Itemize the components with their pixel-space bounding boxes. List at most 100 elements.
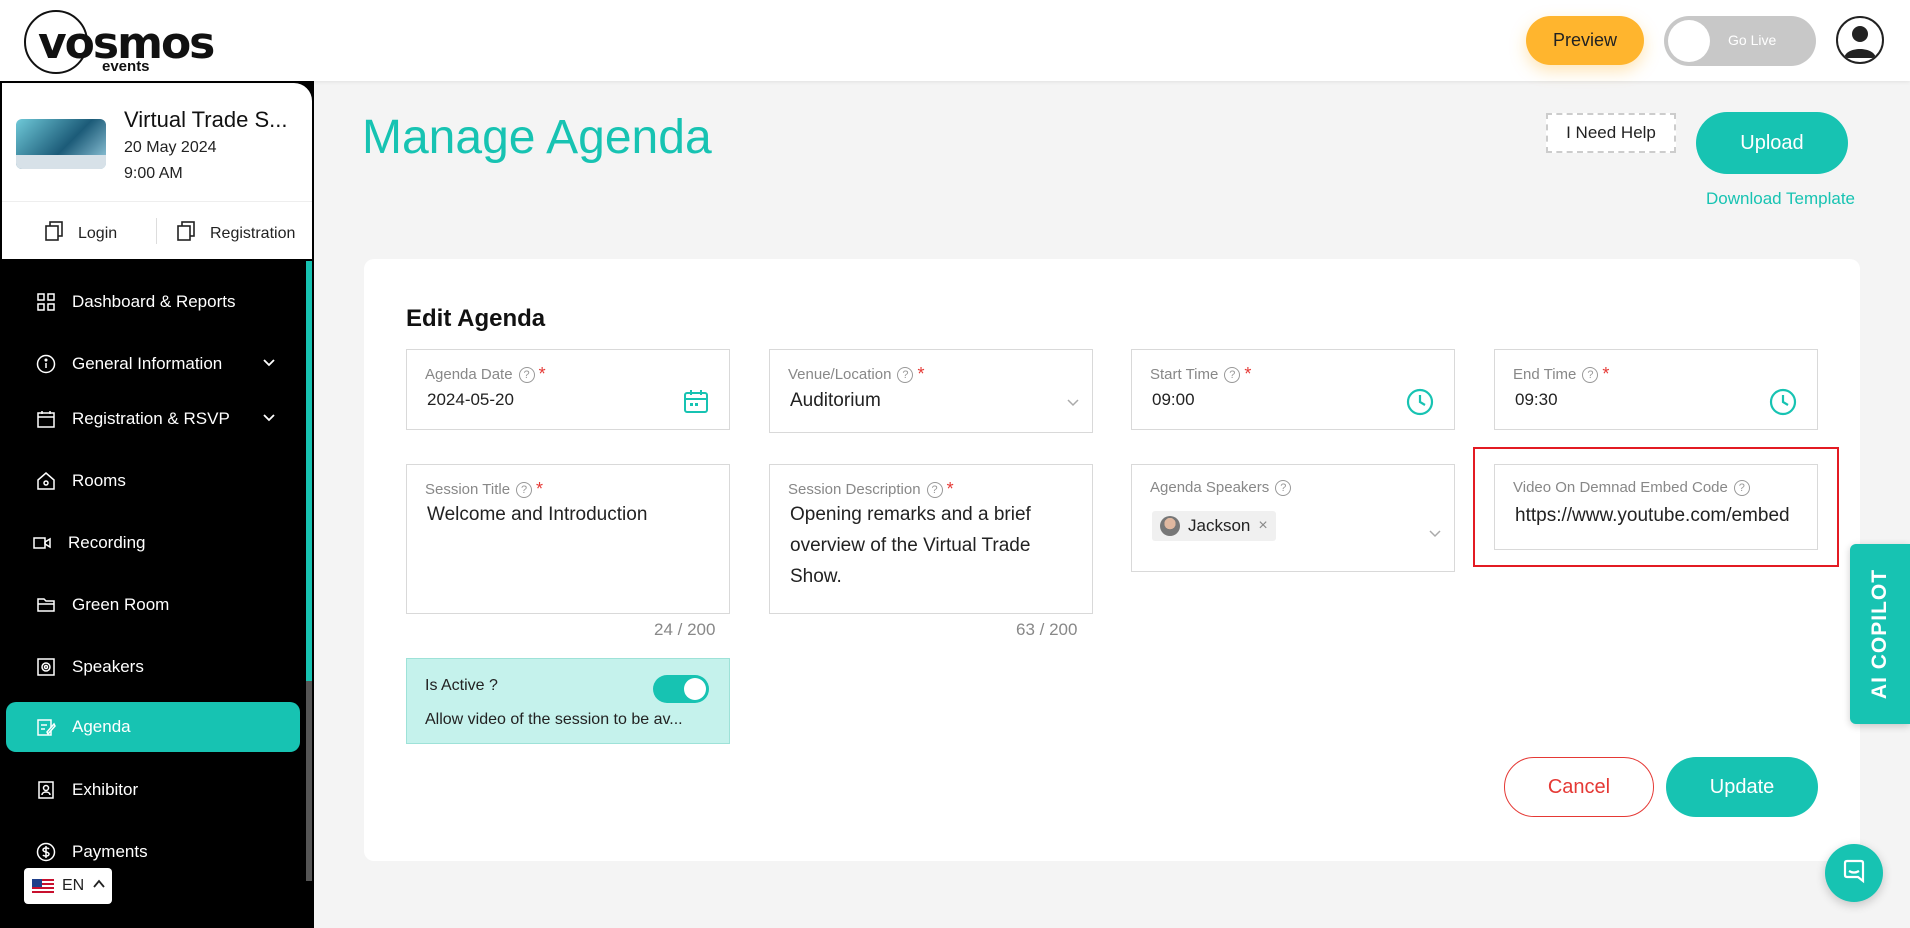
update-button[interactable]: Update [1666,757,1818,817]
sidebar-item-label: Rooms [72,471,126,490]
video-icon [32,533,52,553]
sidebar-item-label: Agenda [72,717,131,736]
chevron-down-icon [1428,527,1442,546]
sidebar-item-label: General Information [72,354,223,373]
speaker-avatar [1160,516,1180,536]
dollar-icon [36,842,56,862]
is-active-box: Is Active ? Allow video of the session t… [406,658,730,744]
chevron-down-icon [1066,396,1080,415]
copy-icon [176,220,198,247]
start-time-field[interactable]: Start Time? * 09:00 [1131,349,1455,430]
sidebar-item-label: Payments [72,842,148,861]
go-live-knob [1668,20,1710,62]
required-icon: * [946,479,954,499]
sidebar-item-label: Registration & RSVP [72,409,230,428]
session-title-value: Welcome and Introduction [427,504,648,525]
start-time-value: 09:00 [1152,390,1195,409]
language-selector[interactable]: EN [24,868,112,904]
session-description-textarea[interactable]: Session Description? * Opening remarks an… [769,464,1093,614]
help-icon: ? [1224,366,1241,383]
copy-icon [44,220,66,247]
required-icon: * [1602,364,1610,384]
upload-button[interactable]: Upload [1696,112,1848,174]
help-icon: ? [897,366,914,383]
info-icon [36,354,56,374]
registration-link[interactable]: Registration [176,220,295,247]
logo-subtext: events [102,58,150,75]
session-title-textarea[interactable]: Session Title? * Welcome and Introduction [406,464,730,614]
clock-icon[interactable] [1769,388,1797,421]
session-description-counter: 63 / 200 [1016,620,1078,639]
sidebar-item-label: Dashboard & Reports [72,292,236,311]
event-time: 9:00 AM [124,165,183,182]
folder-icon [36,595,56,615]
sidebar-item-label: Green Room [72,595,170,614]
go-live-toggle[interactable]: Go Live [1664,16,1816,66]
top-bar: vosmos events Preview Go Live [0,0,1910,81]
ai-copilot-label: AI COPILOT [1868,568,1891,700]
sidebar-item-dashboard[interactable]: Dashboard & Reports [6,277,300,327]
end-time-field[interactable]: End Time? * 09:30 [1494,349,1818,430]
calendar-icon[interactable] [683,388,709,419]
login-link[interactable]: Login [44,220,117,247]
login-label: Login [78,224,118,242]
help-icon: ? [1582,366,1599,383]
sidebar-item-agenda[interactable]: Agenda [6,702,300,752]
venue-select[interactable]: Venue/Location? * Auditorium [769,349,1093,433]
vod-field-highlight [1473,447,1839,567]
required-icon: * [917,364,925,384]
ai-copilot-tab[interactable]: AI COPILOT [1850,544,1910,724]
session-description-value: Opening remarks and a brief overview of … [790,504,1031,587]
field-label: Venue/Location? * [788,364,925,384]
event-links-row: Login Registration [2,201,312,259]
speaker-chip[interactable]: Jackson × [1152,511,1276,541]
speaker-chip-label: Jackson [1188,516,1251,535]
clock-icon[interactable] [1406,388,1434,421]
registration-label: Registration [210,224,296,242]
help-icon: ? [516,481,533,498]
agenda-date-value: 2024-05-20 [427,390,514,409]
field-label: Session Description? * [788,479,954,499]
calendar-icon [36,409,56,429]
sidebar-item-registration-rsvp[interactable]: Registration & RSVP [6,394,300,444]
preview-button[interactable]: Preview [1526,16,1644,65]
close-icon[interactable]: × [1258,517,1267,535]
sidebar-item-label: Recording [68,533,146,552]
venue-value: Auditorium [790,390,881,411]
event-title: Virtual Trade S... [124,107,288,132]
is-active-toggle[interactable] [653,675,709,703]
sidebar-item-label: Exhibitor [72,780,139,799]
agenda-date-field[interactable]: Agenda Date? * 2024-05-20 [406,349,730,430]
chevron-up-icon [92,877,106,896]
vosmos-logo[interactable]: vosmos events [24,10,215,75]
chevron-down-icon [262,355,276,375]
help-button[interactable]: I Need Help [1546,113,1676,153]
user-avatar-icon[interactable] [1836,16,1884,64]
sidebar-item-speakers[interactable]: Speakers [6,642,300,692]
agenda-speakers-select[interactable]: Agenda Speakers? Jackson × [1131,464,1455,572]
grid-icon [36,292,56,312]
sidebar-scrollbar-thumb[interactable] [306,261,312,681]
field-label: End Time? * [1513,364,1610,384]
help-icon: ? [926,481,943,498]
chat-icon [1841,858,1867,889]
sidebar-item-exhibitor[interactable]: Exhibitor [6,765,300,815]
sidebar-item-green-room[interactable]: Green Room [6,580,300,630]
page-title: Manage Agenda [362,111,712,164]
sidebar-item-general-information[interactable]: General Information [6,339,300,389]
sidebar-item-rooms[interactable]: Rooms [6,456,300,506]
download-template-link[interactable]: Download Template [1706,189,1855,209]
badge-icon [36,780,56,800]
sidebar: Virtual Trade S... 20 May 2024 9:00 AM L… [0,81,314,928]
sidebar-item-recording[interactable]: Recording [6,518,300,568]
required-icon: * [536,479,544,499]
cancel-button[interactable]: Cancel [1504,757,1654,817]
required-icon: * [1244,364,1252,384]
sidebar-item-label: Speakers [72,657,144,676]
chat-launcher-button[interactable] [1825,844,1883,902]
form-title: Edit Agenda [406,305,546,332]
field-label: Start Time? * [1150,364,1252,384]
field-label: Session Title? * [425,479,544,499]
go-live-label: Go Live [1728,32,1777,48]
required-icon: * [538,364,546,384]
